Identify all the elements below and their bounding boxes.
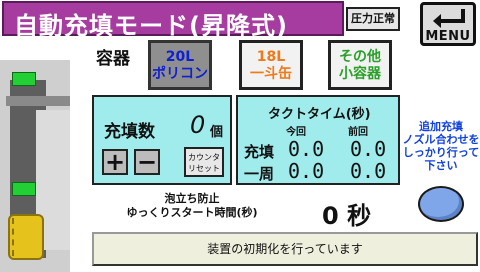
fill-count-label: 充填数 bbox=[104, 122, 155, 142]
container-option-20l[interactable]: 20L ポリコン bbox=[148, 40, 212, 90]
lower-limit-led-icon bbox=[12, 182, 36, 196]
option-line2: 小容器 bbox=[339, 66, 381, 82]
tact-col-previous: 前回 bbox=[348, 127, 368, 138]
fill-count-panel: 充填数 0 個 + − カウンタ リセット bbox=[92, 95, 232, 185]
page-title: 自動充填モード(昇降式) bbox=[14, 12, 288, 40]
count-plus-button[interactable]: + bbox=[102, 149, 128, 175]
tact-col-current: 今回 bbox=[286, 127, 306, 138]
container-option-other[interactable]: その他 小容器 bbox=[328, 40, 392, 90]
tact-fill-current: 0.0 bbox=[288, 137, 325, 161]
tact-row-cycle-label: 一周 bbox=[244, 165, 275, 183]
hint-line2: ノズル合わせを bbox=[402, 133, 480, 146]
option-line1: 20L bbox=[165, 49, 195, 65]
tact-fill-previous: 0.0 bbox=[350, 137, 387, 161]
bubble-line2: ゆっくりスタート時間(秒) bbox=[126, 206, 258, 219]
title-bar: 自動充填モード(昇降式) bbox=[2, 1, 344, 40]
option-line1: その他 bbox=[339, 49, 381, 65]
container-option-18l[interactable]: 18L 一斗缶 bbox=[239, 40, 303, 90]
tact-cycle-previous: 0.0 bbox=[350, 159, 387, 183]
slow-start-time-value[interactable]: 0 秒 bbox=[322, 196, 371, 231]
hint-line3: しっかり行って bbox=[402, 146, 480, 159]
counter-reset-button[interactable]: カウンタ リセット bbox=[184, 147, 224, 177]
tact-time-panel: タクトタイム(秒) 今回 前回 充填 0.0 0.0 一周 0.0 0.0 bbox=[236, 95, 400, 185]
tact-cycle-current: 0.0 bbox=[288, 159, 325, 183]
menu-label: MENU bbox=[425, 29, 471, 44]
upper-limit-led-icon bbox=[12, 72, 36, 86]
fill-count-value: 0 bbox=[190, 111, 206, 139]
option-line2: ポリコン bbox=[152, 66, 208, 82]
option-line2: 一斗缶 bbox=[250, 66, 292, 82]
bubble-prevention-label: 泡立ち防止 ゆっくりスタート時間(秒) bbox=[102, 192, 282, 220]
bubble-line1: 泡立ち防止 bbox=[164, 192, 220, 205]
count-minus-button[interactable]: − bbox=[134, 149, 160, 175]
menu-button[interactable]: MENU bbox=[420, 2, 476, 46]
fill-count-unit: 個 bbox=[210, 125, 224, 140]
tank-detail bbox=[12, 218, 22, 256]
reset-line1: カウンタ bbox=[188, 153, 220, 162]
hint-line1: 追加充填 bbox=[419, 120, 463, 133]
hint-line4: 下さい bbox=[424, 159, 458, 172]
additional-fill-button[interactable] bbox=[418, 186, 464, 222]
nozzle-hint: 追加充填 ノズル合わせを しっかり行って 下さい bbox=[400, 120, 480, 172]
tact-time-title: タクトタイム(秒) bbox=[268, 107, 371, 122]
slow-start-unit: 秒 bbox=[347, 202, 372, 230]
lift-beam bbox=[6, 96, 70, 106]
reset-line2: リセット bbox=[188, 164, 220, 173]
option-line1: 18L bbox=[256, 49, 286, 65]
tact-row-fill-label: 充填 bbox=[244, 143, 275, 161]
container-label: 容器 bbox=[96, 49, 130, 69]
pressure-status-button[interactable]: 圧力正常 bbox=[346, 7, 400, 31]
return-arrow-icon bbox=[433, 9, 465, 28]
status-message-bar: 装置の初期化を行っています bbox=[92, 232, 478, 266]
slow-start-value: 0 bbox=[322, 202, 339, 230]
